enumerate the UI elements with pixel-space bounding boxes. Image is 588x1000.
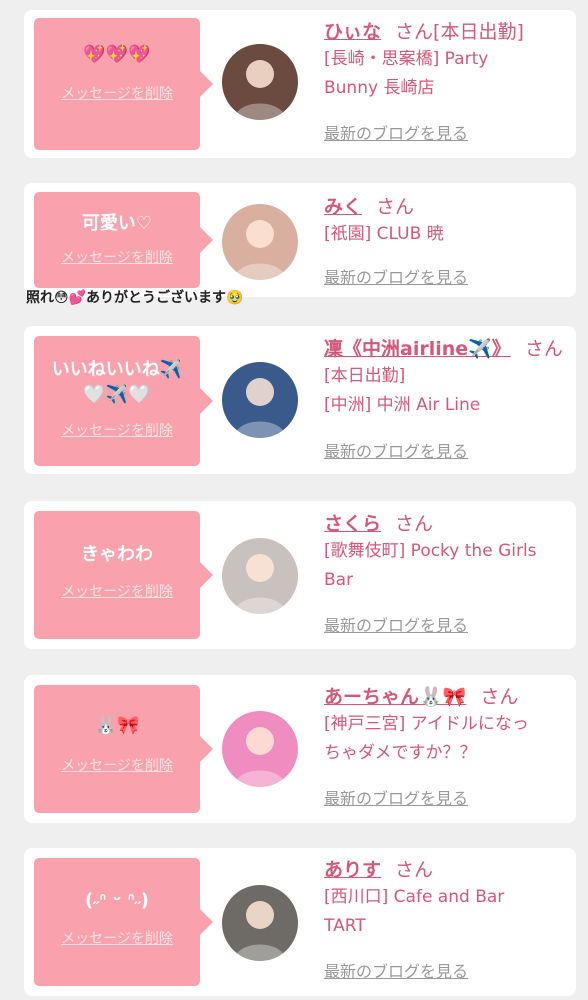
message-text: 💖💖💖 — [83, 44, 151, 65]
honorific: さん — [524, 338, 563, 360]
cast-info: あーちゃん🐰🎀 さん [神戸三宮] アイドルになっ ちゃダメですか？？ — [324, 684, 564, 768]
delete-message-link[interactable]: メッセージを削除 — [34, 930, 200, 948]
latest-blog-link[interactable]: 最新のブログを見る — [324, 962, 468, 982]
honorific: さん — [395, 859, 434, 881]
message-bubble: 💖💖💖 メッセージを削除 — [34, 18, 213, 150]
shop-info-line: [中洲] 中洲 Air Line — [324, 395, 481, 415]
shop-info-line: Bunny 長崎店 — [324, 78, 435, 98]
message-text: 可愛い♡ — [81, 213, 153, 234]
latest-blog-link[interactable]: 最新のブログを見る — [324, 268, 468, 288]
message-card: いいねいいね✈️ 🤍✈️🤍 メッセージを削除 凜《中洲airline✈️》 さん [本日… — [24, 326, 576, 474]
cast-name-link[interactable]: ありす — [324, 859, 381, 881]
latest-blog-link[interactable]: 最新のブログを見る — [324, 616, 468, 636]
message-text: (˶ᐢ ᵕ ᐢ˶) — [85, 890, 149, 911]
message-card: 💖💖💖 メッセージを削除 ひぃな さん[本日出勤] [長崎・思案橋] Party Bunn… — [24, 10, 576, 158]
shop-info-line: [長崎・思案橋] Party — [324, 49, 489, 69]
overlay-caption: 照れ😳💕ありがとうございます🥹 — [26, 290, 244, 306]
message-bubble: いいねいいね✈️ 🤍✈️🤍 メッセージを削除 — [34, 336, 213, 466]
message-bubble: (˶ᐢ ᵕ ᐢ˶) メッセージを削除 — [34, 858, 213, 986]
delete-message-link[interactable]: メッセージを削除 — [34, 583, 200, 601]
delete-message-link[interactable]: メッセージを削除 — [34, 422, 200, 440]
honorific: さん — [376, 196, 415, 218]
shop-info-line: [西川口] Cafe and Bar — [324, 887, 505, 907]
message-card: きゃわわメッセージを削除 さくら さん [歌舞伎町] Pocky the Girls B… — [24, 501, 576, 649]
cast-info: さくら さん [歌舞伎町] Pocky the Girls Bar — [324, 511, 564, 595]
message-card: 🐰🎀 メッセージを削除 あーちゃん🐰🎀 さん [神戸三宮] アイドルになっ ちゃダメですか… — [24, 675, 576, 823]
cast-name-link[interactable]: あーちゃん🐰🎀 — [324, 686, 466, 708]
name-line: 凜《中洲airline✈️》 さん — [324, 336, 564, 362]
message-text: きゃわわ — [81, 544, 153, 565]
girl-avatar-icon[interactable] — [222, 204, 298, 280]
delete-message-link[interactable]: メッセージを削除 — [34, 249, 200, 267]
shop-info-line: TART — [324, 916, 366, 936]
girl-avatar-icon[interactable] — [222, 885, 298, 961]
airline-avatar-icon[interactable] — [222, 362, 298, 438]
cast-info: ありす さん [西川口] Cafe and Bar TART — [324, 857, 564, 941]
status-tag: [本日出勤] — [433, 21, 524, 43]
honorific: さん — [395, 513, 434, 535]
shop-info-line: [本日出勤] — [324, 366, 406, 386]
message-text: いいねいいね✈️ 🤍✈️🤍 — [51, 359, 183, 405]
message-card: (˶ᐢ ᵕ ᐢ˶) メッセージを削除 ありす さん [西川口] Cafe and Bar… — [24, 848, 576, 996]
shop-info-line: ちゃダメですか？？ — [324, 743, 477, 763]
name-line: みく さん — [324, 194, 564, 220]
message-bubble: きゃわわメッセージを削除 — [34, 511, 213, 639]
latest-blog-link[interactable]: 最新のブログを見る — [324, 442, 468, 462]
cast-name-link[interactable]: ひぃな — [324, 21, 381, 43]
latest-blog-link[interactable]: 最新のブログを見る — [324, 789, 468, 809]
girl-avatar-icon[interactable] — [222, 711, 298, 787]
honorific: さん — [480, 686, 519, 708]
shop-info-line: [歌舞伎町] Pocky the Girls — [324, 541, 537, 561]
delete-message-link[interactable]: メッセージを削除 — [34, 757, 200, 775]
girl-avatar-icon[interactable] — [222, 538, 298, 614]
cast-name-link[interactable]: 凜《中洲airline✈️》 — [324, 338, 511, 360]
cast-info: ひぃな さん[本日出勤] [長崎・思案橋] Party Bunny 長崎店 — [324, 19, 564, 103]
delete-message-link[interactable]: メッセージを削除 — [34, 85, 200, 103]
latest-blog-link[interactable]: 最新のブログを見る — [324, 124, 468, 144]
name-line: さくら さん — [324, 511, 564, 537]
message-text: 🐰🎀 — [94, 715, 140, 736]
shop-info-line: [神戸三宮] アイドルになっ — [324, 714, 529, 734]
honorific: さん — [395, 21, 434, 43]
cast-info: 凜《中洲airline✈️》 さん [本日出勤] [中洲] 中洲 Air Line — [324, 336, 564, 420]
girl-avatar-icon[interactable] — [222, 44, 298, 120]
message-bubble: 🐰🎀 メッセージを削除 — [34, 685, 213, 813]
cast-info: みく さん [祇園] CLUB 暁 — [324, 194, 564, 249]
name-line: ひぃな さん[本日出勤] — [324, 19, 564, 45]
shop-info-line: [祇園] CLUB 暁 — [324, 224, 444, 244]
message-card: 可愛い♡ メッセージを削除 みく さん [祇園] CLUB 暁最新のブログを見る — [24, 183, 576, 297]
cast-name-link[interactable]: みく — [324, 196, 362, 218]
name-line: あーちゃん🐰🎀 さん — [324, 684, 564, 710]
message-bubble: 可愛い♡ メッセージを削除 — [34, 192, 213, 288]
cast-name-link[interactable]: さくら — [324, 513, 381, 535]
name-line: ありす さん — [324, 857, 564, 883]
shop-info-line: Bar — [324, 570, 354, 590]
